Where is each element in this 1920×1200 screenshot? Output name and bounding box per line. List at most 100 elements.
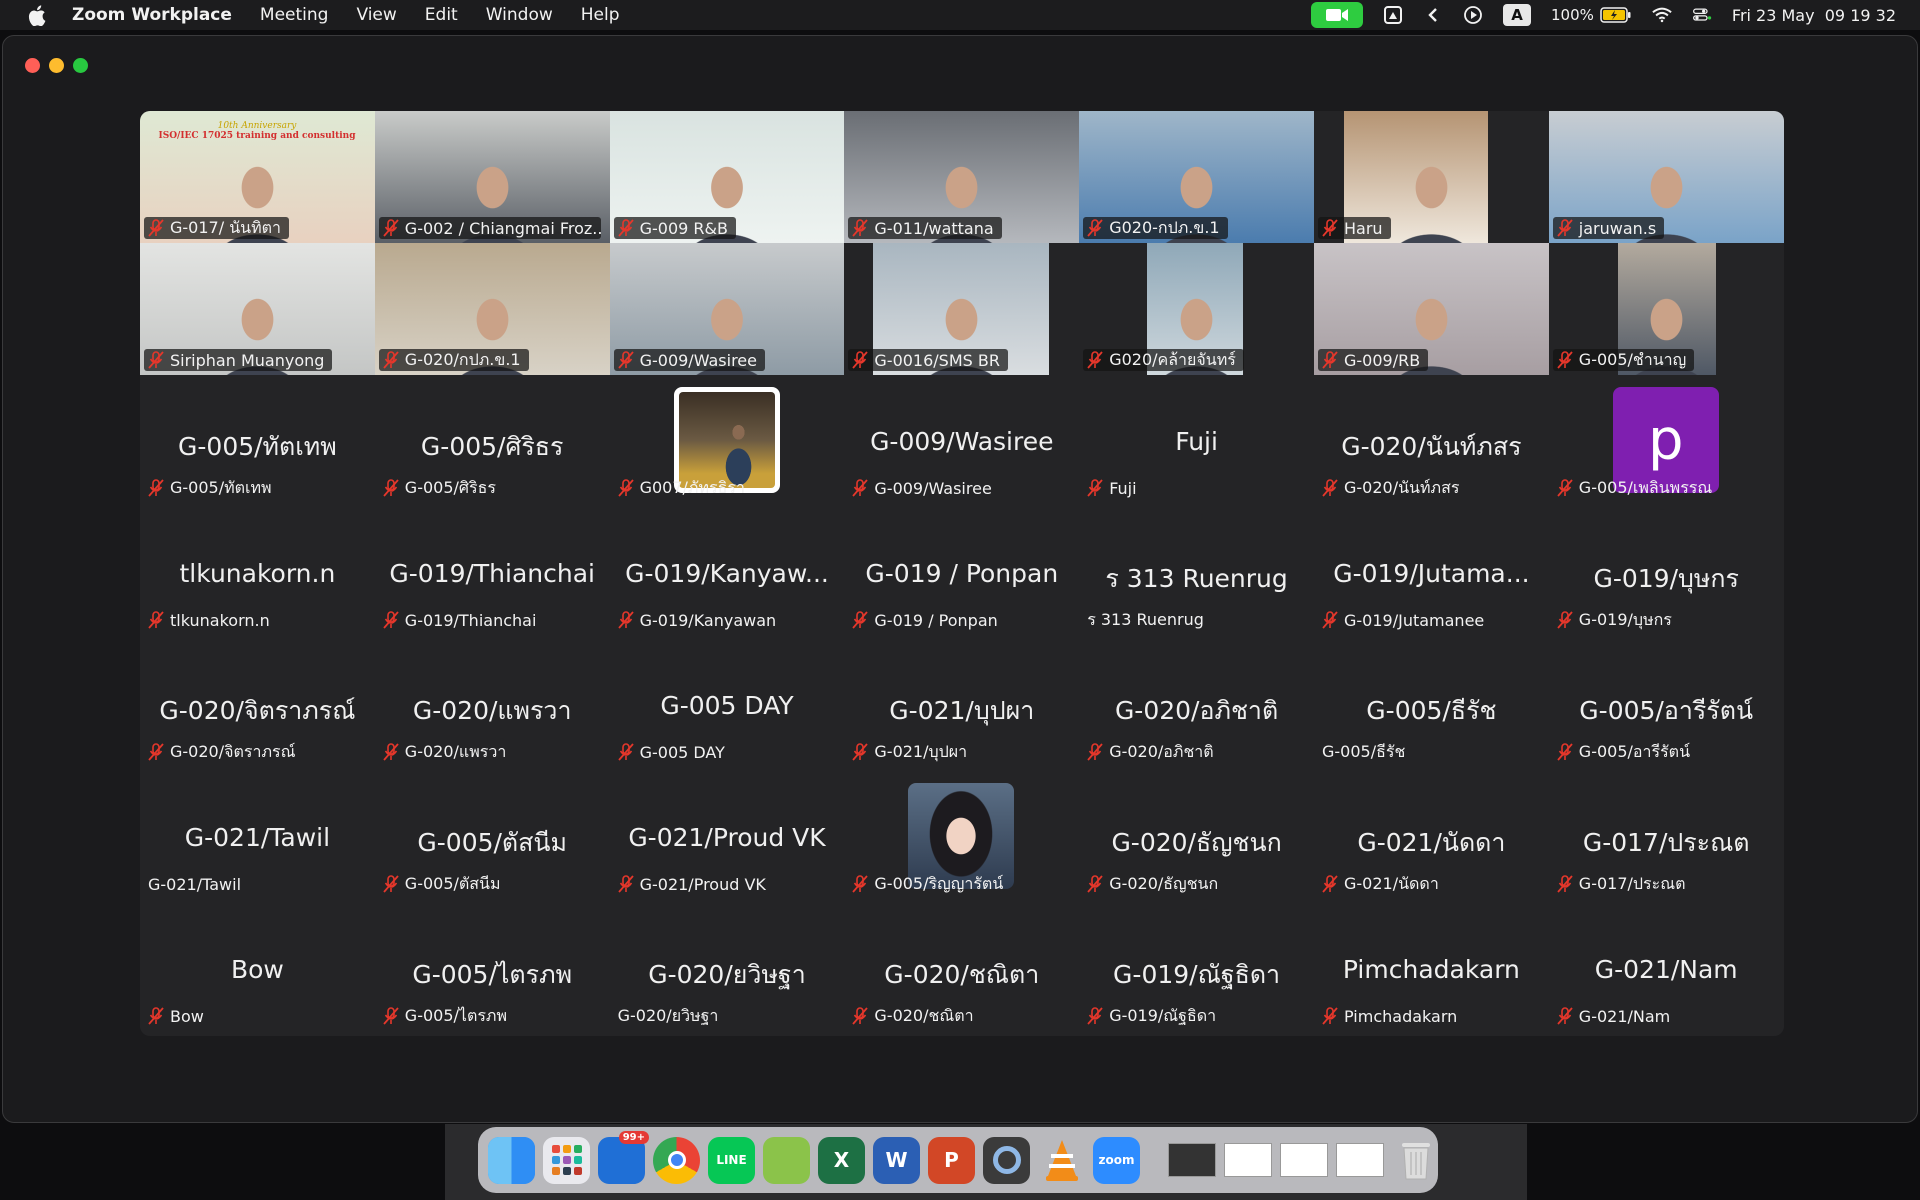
clock[interactable]: Fri 23 May 09 19 32	[1732, 6, 1896, 25]
participant-audio-tile[interactable]: Bow Bow	[140, 903, 375, 1035]
participant-audio-tile[interactable]: G-019/Thianchai G-019/Thianchai	[374, 507, 610, 639]
menu-edit[interactable]: Edit	[425, 5, 458, 25]
participant-audio-tile[interactable]: G007/ภัทรธิรา	[609, 375, 845, 507]
quicktime-icon[interactable]	[983, 1136, 1030, 1184]
participant-audio-tile[interactable]: G-009/Wasiree G-009/Wasiree	[844, 375, 1080, 507]
participant-audio-tile[interactable]: tlkunakorn.n tlkunakorn.n	[140, 507, 375, 639]
thunderbird-icon[interactable]: 99+	[598, 1130, 649, 1184]
microphone-muted-icon	[617, 611, 634, 629]
participant-audio-tile[interactable]: Fuji Fuji	[1079, 375, 1314, 507]
participant-audio-tile[interactable]: G-005/ศิริธร G-005/ศิริธร	[374, 375, 610, 507]
participant-audio-tile[interactable]: G-020/ยวิษฐา G-020/ยวิษฐา	[609, 903, 845, 1035]
participant-audio-tile[interactable]: Pimchadakarn Pimchadakarn	[1314, 903, 1549, 1035]
participant-audio-tile[interactable]: G-019/บุษกร G-019/บุษกร	[1548, 507, 1784, 639]
participant-video-tile[interactable]: 10th Anniversary ISO/IEC 17025 training …	[140, 111, 375, 243]
participant-audio-tile[interactable]: G-020/จิตราภรณ์ G-020/จิตราภรณ์	[140, 639, 375, 771]
chrome-icon[interactable]	[653, 1136, 700, 1184]
participant-audio-tile[interactable]: G-020/แพรวา G-020/แพรวา	[374, 639, 610, 771]
participant-name: G-0016/SMS BR	[874, 350, 1000, 370]
participant-audio-tile[interactable]: G-005/ตัสนีม G-005/ตัสนีม	[374, 771, 610, 903]
participant-video-tile[interactable]: G-011/wattana	[844, 111, 1080, 243]
minimized-window-thumbnail[interactable]	[1168, 1143, 1216, 1177]
participant-video-tile[interactable]: G-009/Wasiree	[609, 243, 845, 375]
window-zoom-button[interactable]	[73, 58, 88, 73]
participant-audio-tile[interactable]: ร 313 Ruenrug ร 313 Ruenrug	[1079, 507, 1314, 639]
participant-video-tile[interactable]: Siriphan Muanyong	[140, 243, 375, 375]
participant-audio-tile[interactable]: G-021/Nam G-021/Nam	[1548, 903, 1784, 1035]
participant-video-tile[interactable]: G-020/กปภ.ข.1	[374, 243, 610, 375]
participant-audio-tile[interactable]: G-005/ธีรัช G-005/ธีรัช	[1314, 639, 1549, 771]
participant-video-tile[interactable]: G020/คล้ายจันทร์	[1079, 243, 1314, 375]
chevron-left-icon[interactable]	[1423, 5, 1443, 25]
participant-audio-tile[interactable]: G-005/ทัตเทพ G-005/ทัตเทพ	[140, 375, 375, 507]
microphone-muted-icon	[1557, 479, 1573, 497]
participant-audio-tile[interactable]: G-005/ริญญารัตน์	[844, 771, 1080, 903]
participant-display-name: G-020/จิตราภรณ์	[159, 696, 356, 725]
menu-view[interactable]: View	[356, 5, 396, 25]
participant-video-tile[interactable]: G-0016/SMS BR	[844, 243, 1080, 375]
notes-draw-icon[interactable]	[763, 1136, 810, 1184]
participant-audio-tile[interactable]: G-020/ธัญชนก G-020/ธัญชนก	[1079, 771, 1314, 903]
input-source-indicator[interactable]: A	[1503, 4, 1532, 26]
minimized-window-thumbnail[interactable]	[1224, 1143, 1272, 1177]
excel-icon[interactable]: X	[818, 1136, 865, 1184]
participant-video-tile[interactable]: Haru	[1314, 111, 1549, 243]
vlc-icon[interactable]	[1038, 1137, 1085, 1184]
participant-audio-tile[interactable]: G-020/ชณิตา G-020/ชณิตา	[844, 903, 1080, 1035]
participant-video-tile[interactable]: G020-กปภ.ข.1	[1079, 111, 1314, 243]
control-center-icon[interactable]	[1692, 5, 1712, 25]
participant-audio-tile[interactable]: G-020/นันท์ภสร G-020/นันท์ภสร	[1314, 375, 1549, 507]
participant-video-tile[interactable]: G-009 R&B	[609, 111, 845, 243]
participant-name: G020/คล้ายจันทร์	[1109, 349, 1236, 369]
participant-name-label: G-021/Nam	[1553, 1005, 1678, 1027]
participant-audio-tile[interactable]: G-019/Jutama... G-019/Jutamanee	[1314, 507, 1549, 639]
screen-share-icon[interactable]	[1383, 5, 1403, 25]
participant-audio-tile[interactable]: G-019/ณัฐธิดา G-019/ณัฐธิดา	[1079, 903, 1314, 1035]
participant-audio-tile[interactable]: G-021/Proud VK G-021/Proud VK	[609, 771, 845, 903]
participant-audio-tile[interactable]: G-017/ประณต G-017/ประณต	[1548, 771, 1784, 903]
participant-video-tile[interactable]: G-002 / Chiangmai Froz...	[374, 111, 610, 243]
window-close-button[interactable]	[25, 58, 40, 73]
participant-name: G-019 / Ponpan	[874, 610, 998, 630]
participant-audio-tile[interactable]: p G-005/เพลินพรรณ	[1548, 375, 1784, 507]
powerpoint-icon[interactable]: P	[928, 1136, 975, 1184]
wifi-icon[interactable]	[1652, 5, 1672, 25]
participant-audio-tile[interactable]: G-019/Kanyaw... G-019/Kanyawan	[609, 507, 845, 639]
participant-video-tile[interactable]: jaruwan.s	[1548, 111, 1784, 243]
participant-audio-tile[interactable]: G-005 DAY G-005 DAY	[609, 639, 845, 771]
participant-audio-tile[interactable]: G-005/ไตรภพ G-005/ไตรภพ	[374, 903, 610, 1035]
microphone-muted-icon	[852, 479, 869, 497]
line-icon[interactable]: LINE	[708, 1136, 755, 1184]
play-circle-icon[interactable]	[1463, 5, 1483, 25]
finder-icon[interactable]	[488, 1136, 535, 1184]
participant-name: G-020/ยวิษฐา	[617, 1005, 719, 1025]
apple-icon[interactable]	[26, 4, 48, 26]
menu-help[interactable]: Help	[581, 5, 620, 25]
trash-icon[interactable]	[1392, 1137, 1439, 1184]
participant-name: G-019/บุษกร	[1578, 609, 1672, 629]
participant-audio-tile[interactable]: G-021/Tawil G-021/Tawil	[140, 771, 375, 903]
participant-audio-tile[interactable]: G-021/บุปผา G-021/บุปผา	[844, 639, 1080, 771]
battery-status[interactable]: 100%	[1551, 6, 1632, 24]
menu-app-name[interactable]: Zoom Workplace	[72, 5, 232, 25]
participant-display-name: G-020/ยวิษฐา	[648, 960, 806, 989]
participant-video-tile[interactable]: G-009/RB	[1314, 243, 1549, 375]
window-minimize-button[interactable]	[49, 58, 64, 73]
participant-audio-tile[interactable]: G-020/อภิชาติ G-020/อภิชาติ	[1079, 639, 1314, 771]
word-icon[interactable]: W	[873, 1136, 920, 1184]
zoom-icon[interactable]: zoom	[1093, 1136, 1140, 1184]
minimized-window-thumbnail[interactable]	[1280, 1143, 1328, 1177]
menu-window[interactable]: Window	[486, 5, 553, 25]
launchpad-icon[interactable]	[543, 1136, 590, 1184]
microphone-muted-icon	[617, 875, 634, 893]
participant-audio-tile[interactable]: G-005/อารีรัตน์ G-005/อารีรัตน์	[1548, 639, 1784, 771]
participant-video-tile[interactable]: G-005/ชำนาญ	[1548, 243, 1784, 375]
minimized-window-thumbnail[interactable]	[1336, 1143, 1384, 1177]
microphone-muted-icon	[383, 351, 399, 369]
participant-display-name: G-021/Tawil	[184, 823, 331, 852]
participant-audio-tile[interactable]: G-021/นัดดา G-021/นัดดา	[1314, 771, 1549, 903]
participant-name: G-021/บุปผา	[874, 741, 968, 761]
menu-meeting[interactable]: Meeting	[260, 5, 329, 25]
zoom-camera-status-icon[interactable]	[1311, 2, 1364, 28]
participant-audio-tile[interactable]: G-019 / Ponpan G-019 / Ponpan	[844, 507, 1080, 639]
